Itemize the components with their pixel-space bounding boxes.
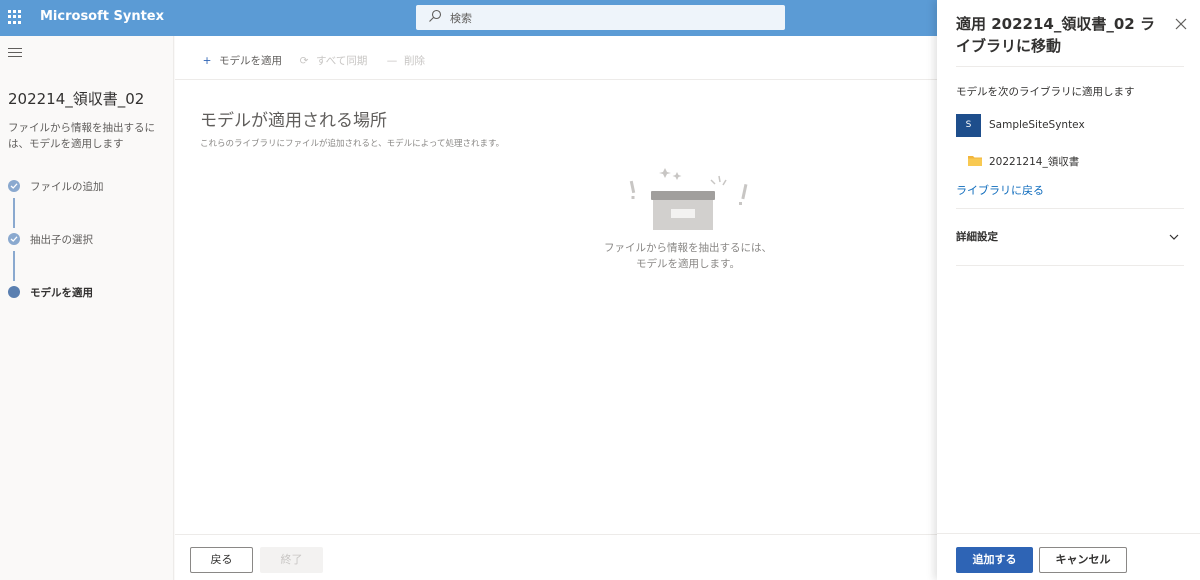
empty-box-illustration bbox=[629, 168, 748, 230]
minus-icon: — bbox=[386, 55, 398, 67]
step-label: ファイルの追加 bbox=[30, 181, 104, 193]
main-content: + モデルを適用 ⟳ すべて同期 — 削除 モデルが適用される場所 これらのライブラリ… bbox=[175, 36, 937, 580]
delete-button[interactable]: — 削除 bbox=[385, 53, 425, 68]
search-box[interactable]: 検索 bbox=[416, 5, 785, 30]
divider bbox=[956, 265, 1184, 266]
current-step-dot bbox=[8, 286, 20, 298]
hamburger-icon[interactable] bbox=[8, 48, 22, 58]
back-to-libraries-link[interactable]: ライブラリに戻る bbox=[956, 182, 1044, 198]
apply-model-button[interactable]: + モデルを適用 bbox=[200, 53, 282, 68]
check-icon bbox=[8, 233, 20, 245]
divider bbox=[956, 66, 1184, 67]
sync-icon: ⟳ bbox=[299, 55, 309, 67]
wizard-footer: 戻る 終了 bbox=[175, 534, 937, 580]
back-button[interactable]: 戻る bbox=[190, 547, 253, 573]
finish-button[interactable]: 終了 bbox=[260, 547, 323, 573]
wizard-description: ファイルから情報を抽出するには、モデルを適用します bbox=[8, 122, 155, 150]
panel-title: 適用 202214_領収書_02 ライブラリに移動 bbox=[956, 15, 1155, 55]
step-connector bbox=[13, 251, 15, 281]
step-label: 抽出子の選択 bbox=[30, 234, 93, 246]
library-name: 20221214_領収書 bbox=[989, 156, 1080, 168]
close-icon[interactable] bbox=[1174, 17, 1188, 31]
sync-all-button[interactable]: ⟳ すべて同期 bbox=[297, 53, 368, 68]
plus-icon: + bbox=[202, 55, 212, 67]
app-title[interactable]: Microsoft Syntex bbox=[40, 9, 164, 24]
add-button[interactable]: 追加する bbox=[956, 547, 1033, 573]
chevron-down-icon[interactable] bbox=[1168, 231, 1180, 243]
command-bar: + モデルを適用 ⟳ すべて同期 — 削除 bbox=[175, 36, 937, 80]
site-name: SampleSiteSyntex bbox=[989, 119, 1085, 131]
advanced-settings-toggle[interactable]: 詳細設定 bbox=[956, 229, 998, 244]
folder-icon bbox=[968, 156, 982, 166]
wizard-title: 202214_領収書_02 bbox=[8, 90, 145, 108]
site-avatar: S bbox=[956, 114, 981, 137]
apply-model-panel: 適用 202214_領収書_02 ライブラリに移動 モデルを次のライブラリに適用… bbox=[937, 0, 1200, 580]
page-heading: モデルが適用される場所 bbox=[200, 111, 387, 131]
search-icon bbox=[429, 9, 442, 22]
step-connector bbox=[13, 198, 15, 228]
divider bbox=[956, 208, 1184, 209]
search-input[interactable]: 検索 bbox=[450, 10, 472, 26]
waffle-icon[interactable] bbox=[8, 10, 22, 24]
panel-footer: 追加する キャンセル bbox=[937, 533, 1200, 580]
step-label: モデルを適用 bbox=[30, 287, 93, 299]
page-subtext: これらのライブラリにファイルが追加されると、モデルによって処理されます。 bbox=[200, 139, 505, 149]
wizard-sidebar: 202214_領収書_02 ファイルから情報を抽出するには、モデルを適用します … bbox=[0, 36, 174, 580]
cancel-button[interactable]: キャンセル bbox=[1039, 547, 1127, 573]
empty-state-text: ファイルから情報を抽出するには、 モデルを適用します。 bbox=[604, 242, 772, 270]
apply-to-label: モデルを次のライブラリに適用します bbox=[956, 86, 1135, 98]
check-icon bbox=[8, 180, 20, 192]
